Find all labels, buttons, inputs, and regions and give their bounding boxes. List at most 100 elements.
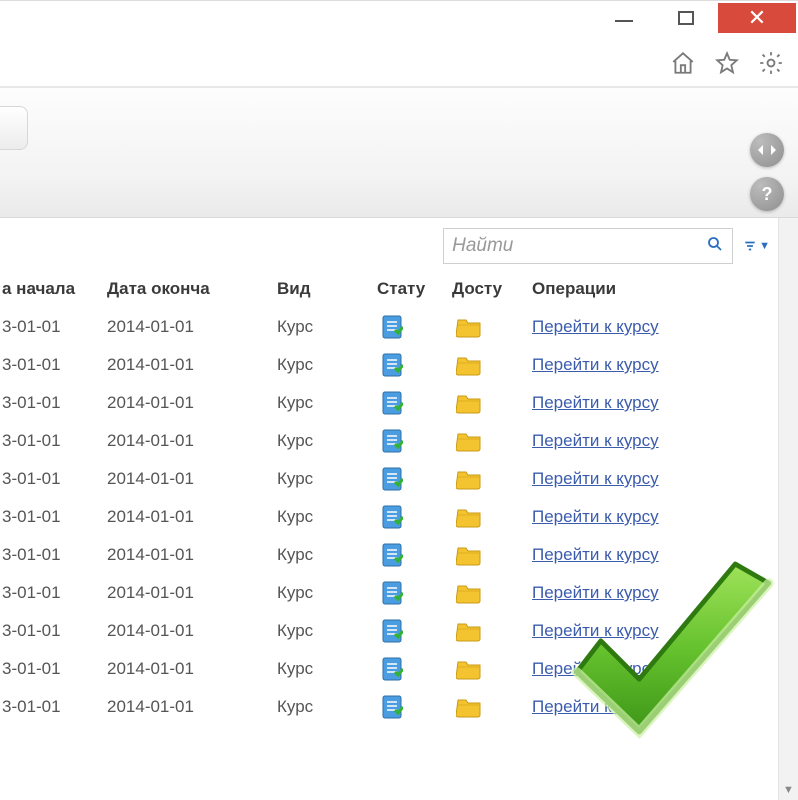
search-input[interactable] (452, 235, 706, 257)
status-page-icon (377, 542, 452, 568)
page-header-band: ? (0, 88, 798, 218)
access-folder-icon[interactable] (452, 316, 532, 338)
go-to-course-link[interactable]: Перейти к курсу (532, 545, 659, 564)
home-icon[interactable] (668, 48, 698, 78)
favorites-star-icon[interactable] (712, 48, 742, 78)
cell-kind: Курс (277, 545, 377, 565)
go-to-course-link[interactable]: Перейти к курсу (532, 393, 659, 412)
cell-start: 3-01-01 (2, 469, 107, 489)
access-folder-icon[interactable] (452, 620, 532, 642)
access-folder-icon[interactable] (452, 468, 532, 490)
status-page-icon (377, 390, 452, 416)
close-button[interactable] (718, 3, 796, 33)
cell-end: 2014-01-01 (107, 659, 277, 679)
settings-gear-icon[interactable] (756, 48, 786, 78)
access-folder-icon[interactable] (452, 544, 532, 566)
col-status: Стату (377, 279, 452, 299)
table-row: 3-01-01 2014-01-01 Курс Перейти к курсу (0, 308, 798, 346)
cell-kind: Курс (277, 583, 377, 603)
cell-kind: Курс (277, 659, 377, 679)
window-titlebar (0, 0, 798, 40)
col-ops: Операции (532, 279, 732, 299)
cell-end: 2014-01-01 (107, 317, 277, 337)
table-row: 3-01-01 2014-01-01 Курс Перейти к курсу (0, 612, 798, 650)
cell-start: 3-01-01 (2, 659, 107, 679)
search-icon[interactable] (706, 235, 724, 258)
go-to-course-link[interactable]: Перейти к курсу (532, 583, 659, 602)
cell-start: 3-01-01 (2, 507, 107, 527)
status-page-icon (377, 580, 452, 606)
maximize-button[interactable] (656, 3, 716, 33)
cell-kind: Курс (277, 317, 377, 337)
cell-kind: Курс (277, 355, 377, 375)
cell-start: 3-01-01 (2, 697, 107, 717)
col-access: Досту (452, 279, 532, 299)
col-start: а начала (2, 279, 107, 299)
cell-end: 2014-01-01 (107, 621, 277, 641)
access-folder-icon[interactable] (452, 392, 532, 414)
cell-kind: Курс (277, 431, 377, 451)
minimize-button[interactable] (594, 3, 654, 33)
status-page-icon (377, 656, 452, 682)
status-page-icon (377, 352, 452, 378)
status-page-icon (377, 694, 452, 720)
cell-end: 2014-01-01 (107, 697, 277, 717)
col-kind: Вид (277, 279, 377, 299)
cell-start: 3-01-01 (2, 431, 107, 451)
col-end: Дата оконча (107, 279, 277, 299)
go-to-course-link[interactable]: Перейти к курсу (532, 621, 659, 640)
courses-table: а начала Дата оконча Вид Стату Досту Опе… (0, 270, 798, 726)
access-folder-icon[interactable] (452, 354, 532, 376)
tab-stub (0, 106, 28, 150)
cell-end: 2014-01-01 (107, 393, 277, 413)
cell-kind: Курс (277, 469, 377, 489)
cell-end: 2014-01-01 (107, 431, 277, 451)
status-page-icon (377, 504, 452, 530)
help-button[interactable]: ? (750, 177, 784, 211)
go-to-course-link[interactable]: Перейти к курсу (532, 317, 659, 336)
go-to-course-link[interactable]: Перейти к курсу (532, 659, 659, 678)
status-page-icon (377, 466, 452, 492)
table-row: 3-01-01 2014-01-01 Курс Перейти к курсу (0, 422, 798, 460)
filter-toggle[interactable]: ▼ (743, 239, 770, 253)
cell-start: 3-01-01 (2, 621, 107, 641)
cell-start: 3-01-01 (2, 317, 107, 337)
access-folder-icon[interactable] (452, 658, 532, 680)
cell-end: 2014-01-01 (107, 583, 277, 603)
access-folder-icon[interactable] (452, 430, 532, 452)
search-row: ▼ (0, 218, 798, 270)
table-row: 3-01-01 2014-01-01 Курс Перейти к курсу (0, 688, 798, 726)
access-folder-icon[interactable] (452, 506, 532, 528)
cell-start: 3-01-01 (2, 583, 107, 603)
table-row: 3-01-01 2014-01-01 Курс Перейти к курсу (0, 384, 798, 422)
status-page-icon (377, 314, 452, 340)
cell-kind: Курс (277, 697, 377, 717)
go-to-course-link[interactable]: Перейти к курсу (532, 697, 659, 716)
cell-kind: Курс (277, 621, 377, 641)
table-row: 3-01-01 2014-01-01 Курс Перейти к курсу (0, 574, 798, 612)
cell-end: 2014-01-01 (107, 507, 277, 527)
access-folder-icon[interactable] (452, 696, 532, 718)
search-box[interactable] (443, 228, 733, 264)
browser-toolbar (0, 40, 798, 88)
status-page-icon (377, 618, 452, 644)
table-header: а начала Дата оконча Вид Стату Досту Опе… (0, 270, 798, 308)
status-page-icon (377, 428, 452, 454)
table-row: 3-01-01 2014-01-01 Курс Перейти к курсу (0, 498, 798, 536)
table-row: 3-01-01 2014-01-01 Курс Перейти к курсу (0, 650, 798, 688)
go-to-course-link[interactable]: Перейти к курсу (532, 355, 659, 374)
cell-start: 3-01-01 (2, 355, 107, 375)
go-to-course-link[interactable]: Перейти к курсу (532, 431, 659, 450)
cell-kind: Курс (277, 393, 377, 413)
table-row: 3-01-01 2014-01-01 Курс Перейти к курсу (0, 460, 798, 498)
cell-start: 3-01-01 (2, 545, 107, 565)
table-row: 3-01-01 2014-01-01 Курс Перейти к курсу (0, 346, 798, 384)
cell-end: 2014-01-01 (107, 545, 277, 565)
go-to-course-link[interactable]: Перейти к курсу (532, 469, 659, 488)
scroll-down-arrow[interactable]: ▼ (779, 780, 798, 800)
go-to-course-link[interactable]: Перейти к курсу (532, 507, 659, 526)
cell-start: 3-01-01 (2, 393, 107, 413)
expand-collapse-button[interactable] (750, 133, 784, 167)
table-row: 3-01-01 2014-01-01 Курс Перейти к курсу (0, 536, 798, 574)
access-folder-icon[interactable] (452, 582, 532, 604)
